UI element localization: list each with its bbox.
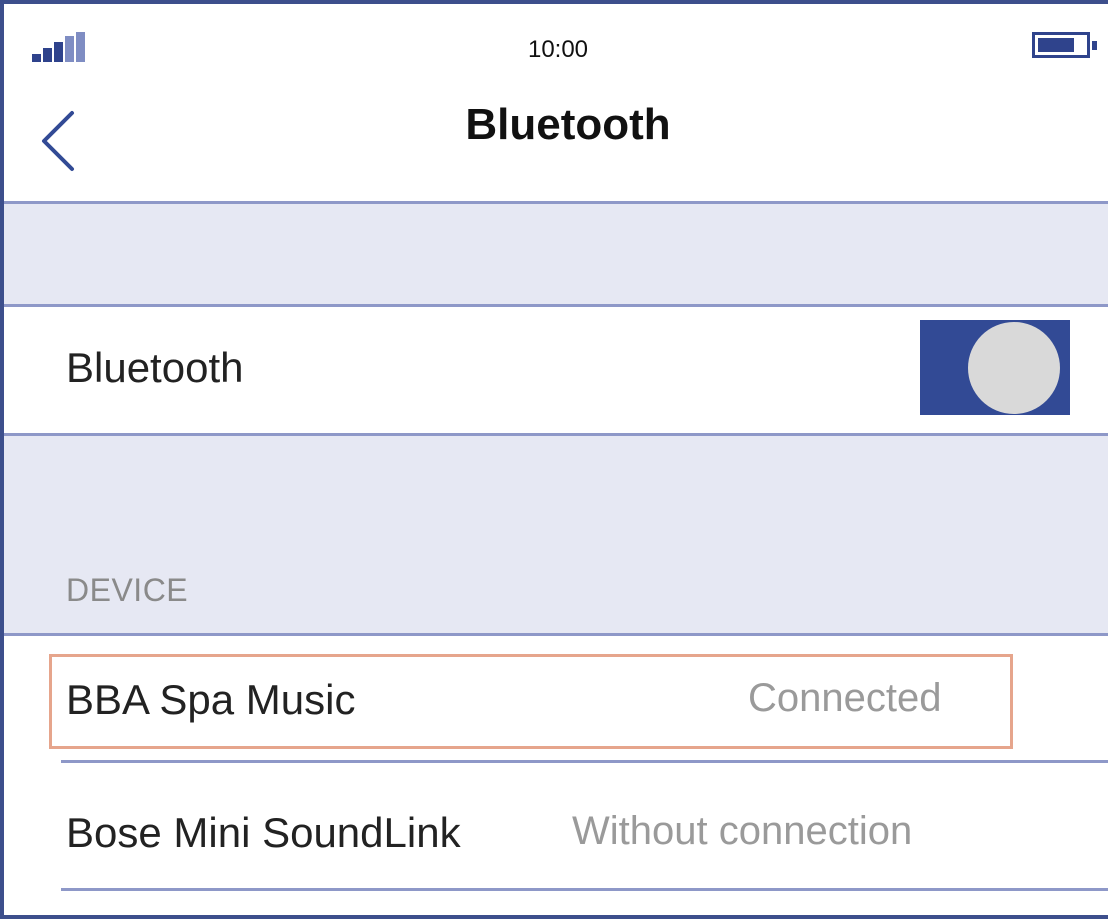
battery-icon <box>1032 32 1097 58</box>
device-status: Connected <box>748 676 942 720</box>
device-status: Without connection <box>572 809 913 853</box>
section-spacer <box>4 204 1108 304</box>
phone-screen: 10:00 Bluetooth Bluetooth DEVICE BBA Spa… <box>0 0 1108 919</box>
device-name: BBA Spa Music <box>66 676 356 723</box>
bluetooth-label: Bluetooth <box>66 344 244 391</box>
navigation-bar: Bluetooth <box>4 84 1108 201</box>
toggle-knob <box>968 322 1060 414</box>
section-header-device: DEVICE <box>66 572 189 608</box>
device-name: Bose Mini SoundLink <box>66 809 461 856</box>
divider <box>61 888 1108 891</box>
page-title: Bluetooth <box>465 100 671 149</box>
status-time: 10:00 <box>527 36 589 63</box>
bluetooth-toggle-switch[interactable] <box>920 320 1070 415</box>
status-bar: 10:00 <box>4 4 1108 84</box>
